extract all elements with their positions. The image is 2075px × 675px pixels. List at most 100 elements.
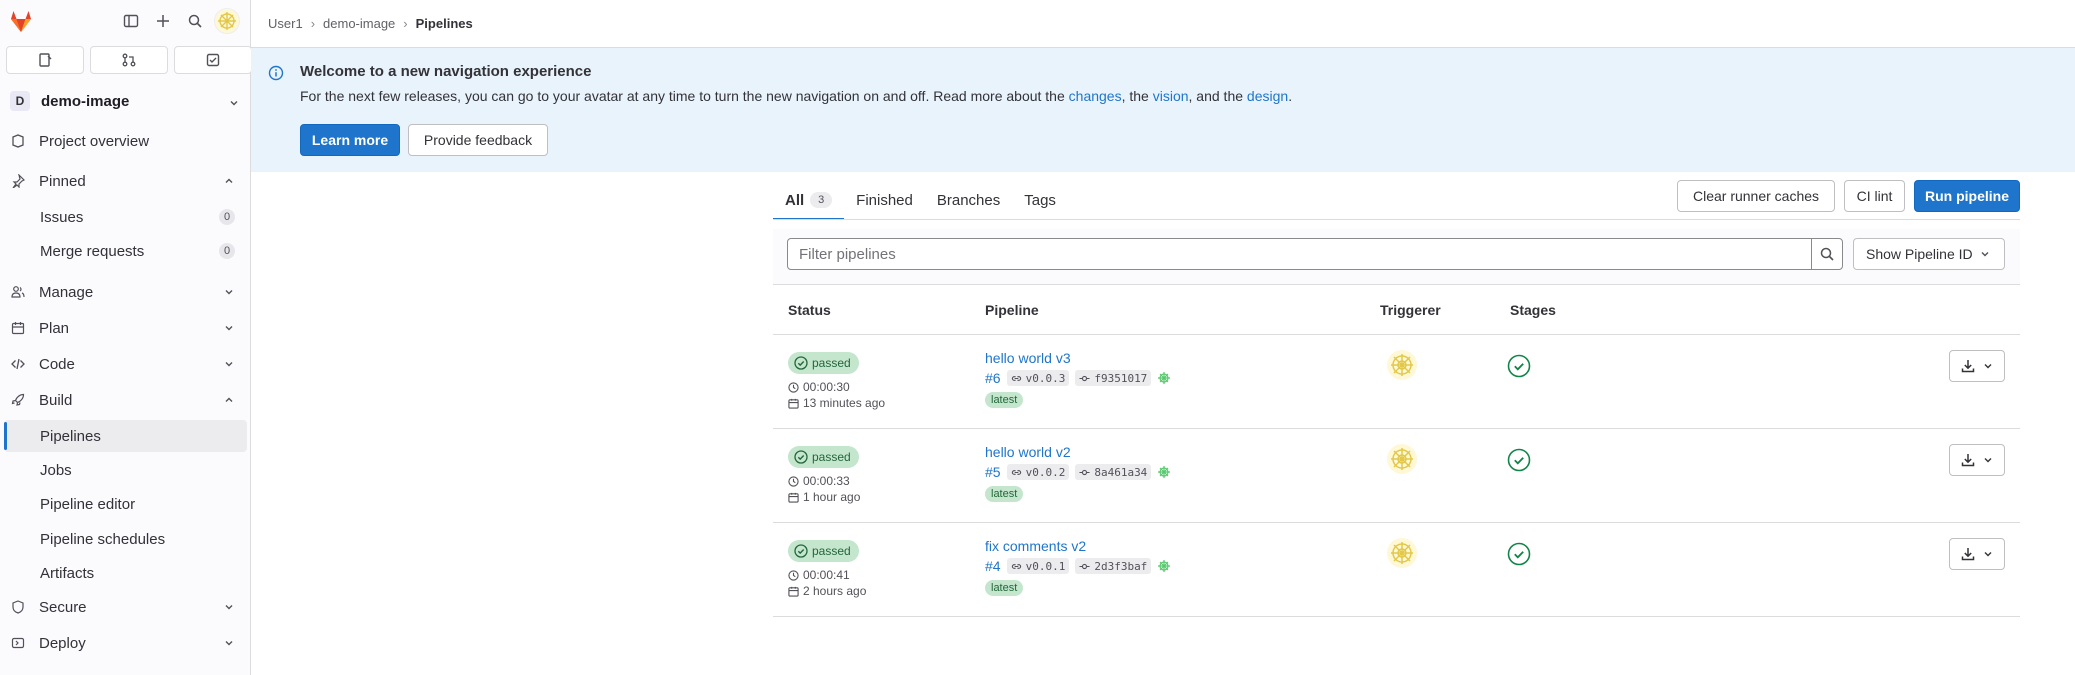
changes-link[interactable]: changes [1069,88,1122,104]
learn-more-button[interactable]: Learn more [300,124,400,156]
commit-author-avatar-icon[interactable] [1157,465,1171,479]
stage-passed-icon[interactable] [1507,542,1531,566]
issues-quick-button[interactable] [6,46,84,74]
nav-pinned[interactable]: Pinned [4,165,247,197]
nav-deploy[interactable]: Deploy [4,627,247,659]
tag-ref[interactable]: v0.0.3 [1006,370,1070,386]
nav-code[interactable]: Code [4,348,247,380]
triggerer-avatar[interactable] [1387,350,1417,380]
finished-time: 2 hours ago [788,584,866,598]
tab-all[interactable]: All 3 [773,180,845,220]
commit-author-avatar-icon[interactable] [1157,559,1171,573]
toggle-sidebar-icon[interactable] [118,8,144,34]
commit-author-avatar-icon[interactable] [1157,371,1171,385]
nav-pinned-issues[interactable]: Issues 0 [4,201,247,233]
latest-badge: latest [985,392,1024,408]
nav-secure[interactable]: Secure [4,591,247,623]
nav-build-pipelines[interactable]: Pipelines [4,420,247,452]
design-link[interactable]: design [1247,88,1288,104]
navigation-banner: Welcome to a new navigation experience F… [251,48,2075,172]
duration-text: 00:00:41 [803,568,850,582]
banner-text-part: , the [1121,88,1153,104]
clear-runner-caches-button[interactable]: Clear runner caches [1677,180,1835,212]
merge-requests-quick-button[interactable] [90,46,168,74]
show-pipeline-id-dropdown[interactable]: Show Pipeline ID [1853,238,2005,270]
todos-quick-button[interactable] [174,46,252,74]
commit-sha[interactable]: 8a461a34 [1075,464,1152,480]
pipeline-title-link[interactable]: hello world v2 [985,444,1071,460]
ci-lint-button[interactable]: CI lint [1844,180,1905,212]
download-icon [1961,454,1975,467]
chevron-down-icon [230,101,238,106]
tab-branches[interactable]: Branches [925,180,1012,220]
pipeline-id-link[interactable]: #4 [985,558,1001,574]
shield-icon [10,599,26,615]
clock-icon [788,381,799,393]
tab-finished[interactable]: Finished [844,180,925,220]
status-badge[interactable]: passed [788,446,859,468]
nav-pinned-merge-requests[interactable]: Merge requests 0 [4,235,247,267]
pipeline-title-link[interactable]: fix comments v2 [985,538,1086,554]
user-avatar[interactable] [214,8,240,34]
finished-text: 2 hours ago [803,584,867,598]
pipeline-title-link[interactable]: hello world v3 [985,350,1071,366]
calendar-icon [788,586,799,597]
status-label: passed [812,544,851,558]
status-success-icon [794,356,808,370]
tag-ref[interactable]: v0.0.1 [1006,558,1070,574]
commit-sha[interactable]: 2d3f3baf [1075,558,1152,574]
nav-label: Deploy [39,634,86,652]
stage-passed-icon[interactable] [1507,354,1531,378]
nav-build[interactable]: Build [4,384,247,416]
triggerer-avatar[interactable] [1387,444,1417,474]
gitlab-logo-icon[interactable] [6,6,36,36]
sidebar-header [0,0,251,42]
vision-link[interactable]: vision [1153,88,1189,104]
pipeline-id-link[interactable]: #5 [985,464,1001,480]
filter-search-button[interactable] [1811,238,1843,270]
nav-build-pipeline-editor[interactable]: Pipeline editor [4,488,247,520]
download-artifacts-button[interactable] [1949,538,2005,570]
duration: 00:00:30 [788,380,850,394]
project-switcher[interactable]: D demo-image [6,86,246,116]
tab-tags[interactable]: Tags [1012,180,1068,220]
nav-build-artifacts[interactable]: Artifacts [4,557,247,589]
breadcrumb-separator: › [310,16,316,31]
finished-time: 1 hour ago [788,490,860,504]
triggerer-avatar[interactable] [1387,538,1417,568]
plus-icon[interactable] [150,8,176,34]
filter-pipelines-input[interactable]: Filter pipelines [787,238,1812,270]
calendar-icon [788,492,799,503]
stage-passed-icon[interactable] [1507,448,1531,472]
breadcrumb-project[interactable]: demo-image [323,16,395,31]
status-badge[interactable]: passed [788,352,859,374]
header-triggerer: Triggerer [1380,302,1441,318]
search-icon[interactable] [182,8,208,34]
banner-text-part: For the next few releases, you can go to… [300,88,1069,104]
run-pipeline-button[interactable]: Run pipeline [1914,180,2020,212]
tabs-divider [773,219,2020,220]
pipeline-id-link[interactable]: #6 [985,370,1001,386]
download-artifacts-button[interactable] [1949,350,2005,382]
commit-icon [1079,563,1090,569]
nav-build-pipeline-schedules[interactable]: Pipeline schedules [4,523,247,555]
nav-manage[interactable]: Manage [4,276,247,308]
sidebar: D demo-image Project overview Pinned Iss… [0,0,252,675]
status-badge[interactable]: passed [788,540,859,562]
nav-project-overview[interactable]: Project overview [4,125,247,157]
download-artifacts-button[interactable] [1949,444,2005,476]
nav-label: Issues [40,208,84,226]
nav-build-jobs[interactable]: Jobs [4,454,247,486]
link-icon [1011,375,1021,381]
chevron-up-icon [225,397,233,402]
provide-feedback-button[interactable]: Provide feedback [408,124,548,156]
breadcrumb-user[interactable]: User1 [268,16,303,31]
commit-icon [1079,375,1090,381]
breadcrumb-current[interactable]: Pipelines [416,16,473,31]
duration: 00:00:33 [788,474,850,488]
commit-sha[interactable]: f9351017 [1075,370,1152,386]
nav-label: Pipeline editor [40,495,136,513]
nav-plan[interactable]: Plan [4,312,247,344]
tag-ref[interactable]: v0.0.2 [1006,464,1070,480]
search-icon [1820,247,1834,261]
